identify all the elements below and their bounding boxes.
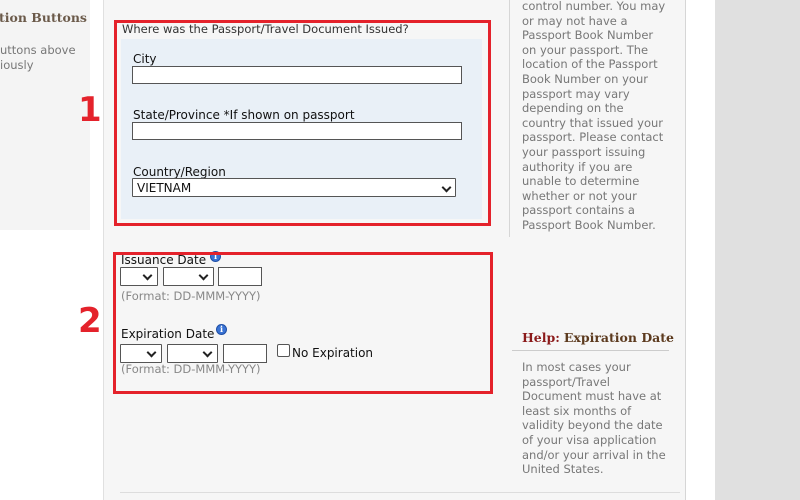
- divider: [103, 0, 104, 500]
- annotation-number-2: 2: [78, 301, 102, 341]
- divider: [120, 492, 680, 493]
- help-column-divider: [509, 0, 510, 237]
- highlight-box-2: [113, 252, 493, 394]
- page-background: [715, 0, 800, 500]
- left-navigation-panel: tion Buttons uttons above iously: [0, 0, 90, 230]
- help-prefix: Help:: [522, 330, 560, 345]
- divider: [512, 350, 669, 351]
- navigation-help-text: uttons above: [0, 43, 76, 57]
- highlight-box-1: [114, 20, 491, 226]
- expiration-date-help-heading: Help: Expiration Date: [522, 330, 674, 345]
- help-title: Expiration Date: [563, 330, 674, 345]
- navigation-buttons-heading: tion Buttons: [0, 10, 87, 25]
- navigation-help-text: iously: [0, 58, 34, 72]
- annotation-number-1: 1: [78, 90, 102, 130]
- divider: [685, 0, 686, 500]
- expiration-date-help-text: In most cases your passport/Travel Docum…: [522, 360, 666, 477]
- passport-book-number-help-text: control number. You may or may not have …: [522, 0, 666, 232]
